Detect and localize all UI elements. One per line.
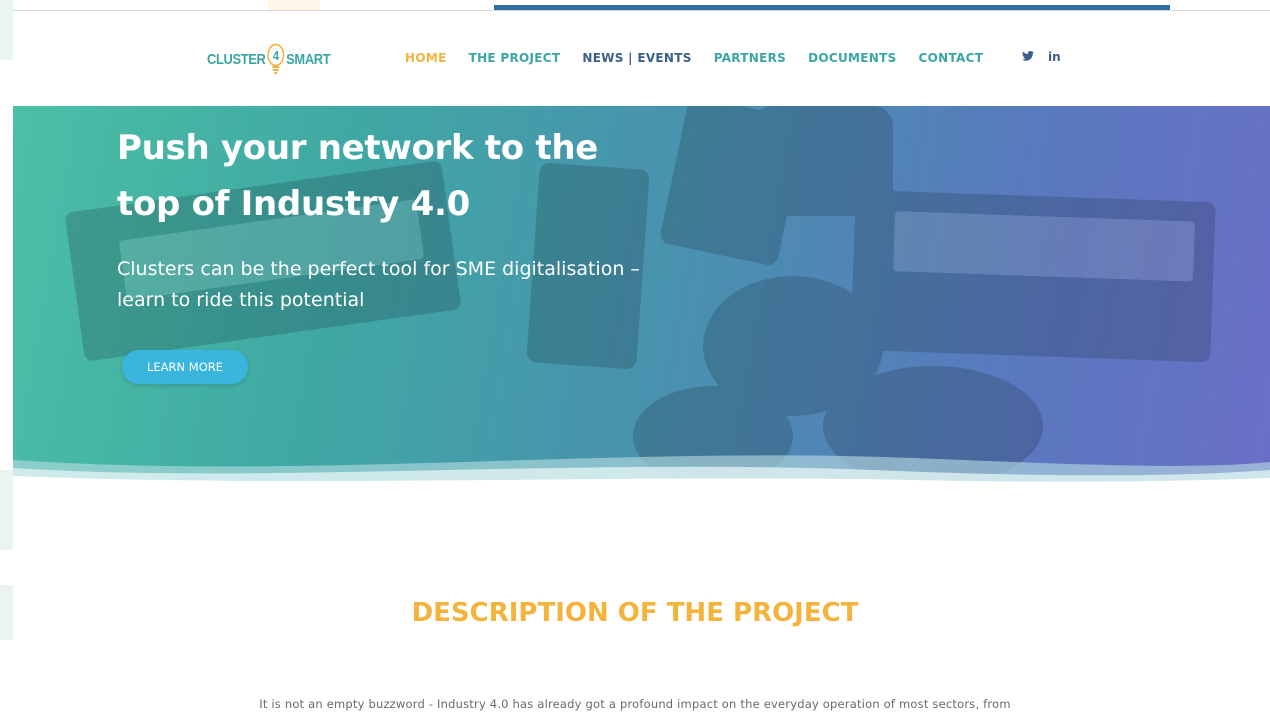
logo-text-left: CLUSTER (207, 50, 266, 68)
logo-text-right: SMART (286, 50, 331, 68)
hero-title-line1: Push your network to the (117, 128, 599, 168)
left-edge-decoration (0, 0, 13, 60)
hero-wave-divider (13, 455, 1270, 490)
left-edge-decoration (0, 470, 13, 550)
hero-banner: Push your network to the top of Industry… (13, 106, 1270, 486)
hero-subtitle: Clusters can be the perfect tool for SME… (117, 254, 677, 316)
section-title: DESCRIPTION OF THE PROJECT (411, 598, 859, 628)
hero-title: Push your network to the top of Industry… (117, 120, 677, 232)
nav-documents[interactable]: DOCUMENTS (808, 51, 896, 65)
site-logo[interactable]: CLUSTER 4 SMART (207, 42, 331, 76)
hero-title-line2: top of Industry 4.0 (117, 184, 470, 224)
description-intro: It is not an empty buzzword - Industry 4… (259, 697, 1011, 711)
lightbulb-icon: 4 (266, 43, 285, 75)
twitter-icon[interactable] (1022, 50, 1034, 64)
nav-news-events[interactable]: NEWS | EVENTS (582, 51, 691, 65)
logo-digit: 4 (273, 48, 279, 63)
linkedin-icon[interactable]: in (1048, 50, 1061, 64)
top-tab-decoration (268, 0, 320, 10)
nav-the-project[interactable]: THE PROJECT (469, 51, 561, 65)
learn-more-button[interactable]: LEARN MORE (122, 350, 248, 384)
nav-partners[interactable]: PARTNERS (714, 51, 786, 65)
social-links: in (1022, 50, 1061, 64)
hero-subtitle-line2: learn to ride this potential (117, 289, 365, 311)
site-header: CLUSTER 4 SMART HOME THE PROJECT NEWS | … (13, 11, 1270, 106)
main-nav: HOME THE PROJECT NEWS | EVENTS PARTNERS … (405, 51, 1005, 65)
nav-contact[interactable]: CONTACT (919, 51, 984, 65)
hero-subtitle-line1: Clusters can be the perfect tool for SME… (117, 258, 640, 280)
nav-home[interactable]: HOME (405, 51, 447, 65)
